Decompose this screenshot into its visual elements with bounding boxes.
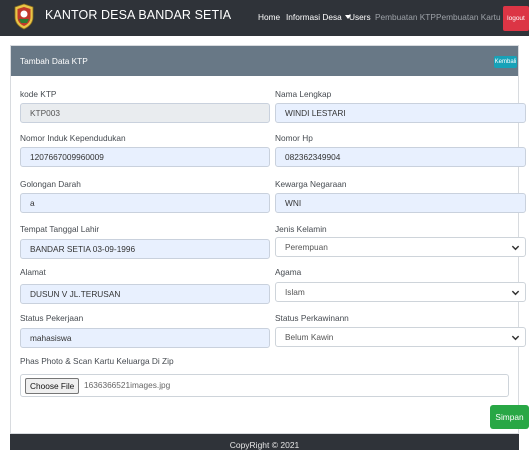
alamat-field[interactable]: DUSUN V JL.TERUSAN [20, 284, 270, 304]
label-nik: Nomor Induk Kependudukan [20, 133, 126, 143]
status-perkawinan-select[interactable]: Belum Kawin [275, 327, 526, 347]
nik-field[interactable]: 1207667009960009 [20, 147, 270, 167]
kembali-button[interactable]: Kembali [494, 56, 517, 68]
chevron-down-icon [511, 335, 520, 341]
kewarganegaraan-field[interactable]: WNI [275, 193, 526, 213]
kode-ktp-field[interactable]: KTP003 [20, 103, 270, 123]
nomor-hp-field[interactable]: 082362349904 [275, 147, 526, 167]
chevron-down-icon [511, 245, 520, 251]
village-emblem-icon[interactable] [13, 3, 35, 30]
chevron-down-icon [511, 290, 520, 296]
footer: CopyRight © 2021 [10, 434, 519, 450]
label-agama: Agama [275, 267, 302, 277]
brand-title[interactable]: KANTOR DESA BANDAR SETIA [45, 8, 231, 22]
label-jenis-kelamin: Jenis Kelamin [275, 224, 327, 234]
selected-file-name: 1636366521images.jpg [84, 380, 171, 390]
jenis-kelamin-select[interactable]: Perempuan [275, 237, 526, 257]
nav-informasi-desa-label: Informasi Desa [286, 12, 342, 22]
label-kode-ktp: kode KTP [20, 89, 57, 99]
label-status-pekerjaan: Status Pekerjaan [20, 313, 84, 323]
golongan-darah-field[interactable]: a [20, 193, 270, 213]
agama-value: Islam [285, 287, 305, 297]
photo-file-input[interactable]: Choose File 1636366521images.jpg [20, 374, 509, 397]
label-nomor-hp: Nomor Hp [275, 133, 313, 143]
label-kewarganegaraan: Kewarga Negaraan [275, 179, 347, 189]
label-status-perkawinan: Status Perkawinann [275, 313, 349, 323]
card-header: Tambah Data KTP Kembali [11, 46, 518, 76]
choose-file-button[interactable]: Choose File [25, 378, 80, 394]
label-photo-upload: Phas Photo & Scan Kartu Keluarga Di Zip [20, 356, 174, 366]
tempat-tanggal-lahir-field[interactable]: BANDAR SETIA 03-09-1996 [20, 239, 270, 259]
form-card: Tambah Data KTP Kembali kode KTP KTP003 … [10, 45, 529, 434]
label-nama-lengkap: Nama Lengkap [275, 89, 332, 99]
nav-users[interactable]: Users [349, 12, 371, 22]
status-pekerjaan-field[interactable]: mahasiswa [20, 328, 270, 348]
label-tempat-tanggal-lahir: Tempat Tanggal Lahir [20, 224, 100, 234]
nama-lengkap-field[interactable]: WINDI LESTARI [275, 103, 526, 123]
nav-informasi-desa[interactable]: Informasi Desa [286, 12, 351, 22]
logout-button[interactable]: logout [503, 6, 529, 31]
nav-pembuatan-ktp[interactable]: Pembuatan KTP [375, 12, 436, 22]
simpan-button[interactable]: Simpan [490, 405, 529, 429]
nav-home[interactable]: Home [258, 12, 280, 22]
label-alamat: Alamat [20, 267, 46, 277]
label-golongan-darah: Golongan Darah [20, 179, 81, 189]
footer-copyright: CopyRight © 2021 [229, 440, 300, 450]
agama-select[interactable]: Islam [275, 282, 526, 302]
status-perkawinan-value: Belum Kawin [285, 332, 334, 342]
jenis-kelamin-value: Perempuan [285, 242, 328, 252]
top-navbar: KANTOR DESA BANDAR SETIA Home Informasi … [0, 0, 529, 36]
card-title: Tambah Data KTP [20, 56, 88, 66]
